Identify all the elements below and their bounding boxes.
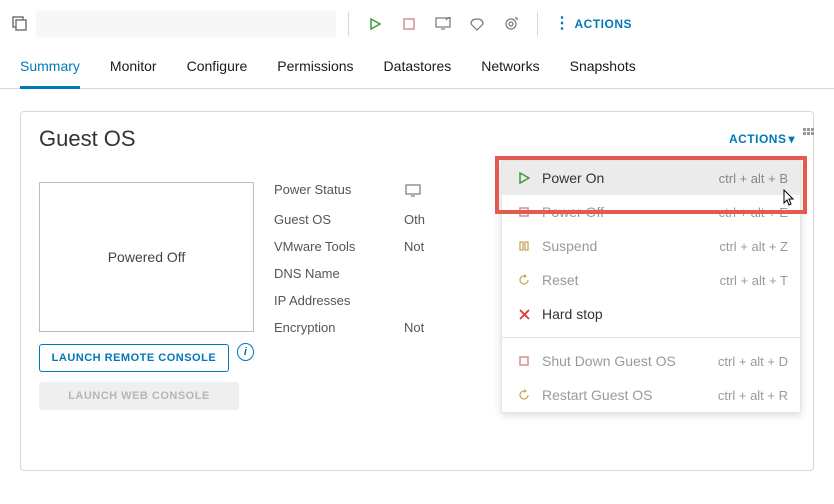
toolbar-migrate-button[interactable] — [463, 10, 491, 38]
panel-title: Guest OS — [39, 126, 136, 152]
tab-permissions[interactable]: Permissions — [277, 48, 353, 88]
menu-suspend: Suspend ctrl + alt + Z — [502, 229, 800, 263]
separator — [537, 12, 538, 36]
menu-label: Restart Guest OS — [542, 387, 718, 403]
panel-actions-button[interactable]: ACTIONS ▾ — [729, 132, 795, 146]
toolbar-snapshot-button[interactable] — [497, 10, 525, 38]
toolbar-actions-menu[interactable]: ⋮ ACTIONS — [554, 16, 632, 32]
toolbar-console-button[interactable] — [429, 10, 457, 38]
top-toolbar: ⋮ ACTIONS — [0, 0, 834, 48]
dots-vertical-icon: ⋮ — [554, 16, 571, 32]
toolbar-power-on-button[interactable] — [361, 10, 389, 38]
menu-shortcut: ctrl + alt + Z — [719, 239, 788, 254]
panel-drag-handle[interactable] — [801, 124, 815, 138]
vm-title-placeholder — [36, 11, 336, 37]
menu-hard-stop[interactable]: Hard stop — [502, 297, 800, 331]
power-status-value — [404, 182, 428, 200]
ip-addresses-label: IP Addresses — [274, 293, 404, 308]
tab-networks[interactable]: Networks — [481, 48, 539, 88]
tab-snapshots[interactable]: Snapshots — [570, 48, 636, 88]
menu-power-off: Power Off ctrl + alt + E — [502, 195, 800, 229]
stop-icon — [514, 207, 534, 217]
play-icon — [514, 172, 534, 184]
tab-summary[interactable]: Summary — [20, 48, 80, 89]
menu-restart-guest: Restart Guest OS ctrl + alt + R — [502, 378, 800, 412]
menu-separator — [502, 337, 800, 338]
vm-icon — [10, 14, 30, 34]
menu-shortcut: ctrl + alt + E — [719, 205, 788, 220]
tabs: Summary Monitor Configure Permissions Da… — [0, 48, 834, 89]
guest-os-panel: Guest OS ACTIONS ▾ Powered Off LAUNCH RE… — [20, 111, 814, 471]
menu-label: Suspend — [542, 238, 719, 254]
chevron-down-icon: ▾ — [788, 132, 795, 146]
stop-icon — [514, 356, 534, 366]
menu-shortcut: ctrl + alt + R — [718, 388, 788, 403]
menu-power-on[interactable]: Power On ctrl + alt + B — [502, 161, 800, 195]
menu-label: Shut Down Guest OS — [542, 353, 718, 369]
menu-shortcut: ctrl + alt + D — [718, 354, 788, 369]
encryption-label: Encryption — [274, 320, 404, 335]
x-icon — [514, 309, 534, 320]
panel-actions-label: ACTIONS — [729, 132, 787, 146]
power-actions-menu: Power On ctrl + alt + B Power Off ctrl +… — [501, 160, 801, 413]
tab-monitor[interactable]: Monitor — [110, 48, 157, 88]
menu-label: Reset — [542, 272, 720, 288]
cursor-icon — [781, 189, 797, 212]
pause-icon — [514, 241, 534, 251]
console-preview[interactable]: Powered Off — [39, 182, 254, 332]
info-icon[interactable]: i — [237, 343, 254, 361]
menu-shutdown-guest: Shut Down Guest OS ctrl + alt + D — [502, 344, 800, 378]
toolbar-power-off-button[interactable] — [395, 10, 423, 38]
guest-os-value: Oth — [404, 212, 425, 227]
menu-label: Power On — [542, 170, 719, 186]
separator — [348, 12, 349, 36]
vmware-tools-value: Not — [404, 239, 424, 254]
vmware-tools-label: VMware Tools — [274, 239, 404, 254]
panel-header: Guest OS ACTIONS ▾ — [39, 126, 795, 152]
menu-label: Hard stop — [542, 306, 788, 322]
menu-reset: Reset ctrl + alt + T — [502, 263, 800, 297]
reset-icon — [514, 389, 534, 401]
toolbar-actions-label: ACTIONS — [575, 17, 633, 31]
menu-label: Power Off — [542, 204, 719, 220]
power-state-text: Powered Off — [108, 249, 186, 265]
panel-left-column: Powered Off LAUNCH REMOTE CONSOLE i LAUN… — [39, 182, 254, 410]
tab-datastores[interactable]: Datastores — [384, 48, 452, 88]
launch-remote-console-button[interactable]: LAUNCH REMOTE CONSOLE — [39, 344, 229, 372]
launch-web-console-button: LAUNCH WEB CONSOLE — [39, 382, 239, 410]
dns-name-label: DNS Name — [274, 266, 404, 281]
power-status-label: Power Status — [274, 182, 404, 200]
encryption-value: Not — [404, 320, 424, 335]
menu-shortcut: ctrl + alt + B — [719, 171, 788, 186]
menu-shortcut: ctrl + alt + T — [720, 273, 788, 288]
reset-icon — [514, 274, 534, 286]
guest-os-label: Guest OS — [274, 212, 404, 227]
console-icon — [404, 182, 422, 200]
tab-configure[interactable]: Configure — [187, 48, 248, 88]
